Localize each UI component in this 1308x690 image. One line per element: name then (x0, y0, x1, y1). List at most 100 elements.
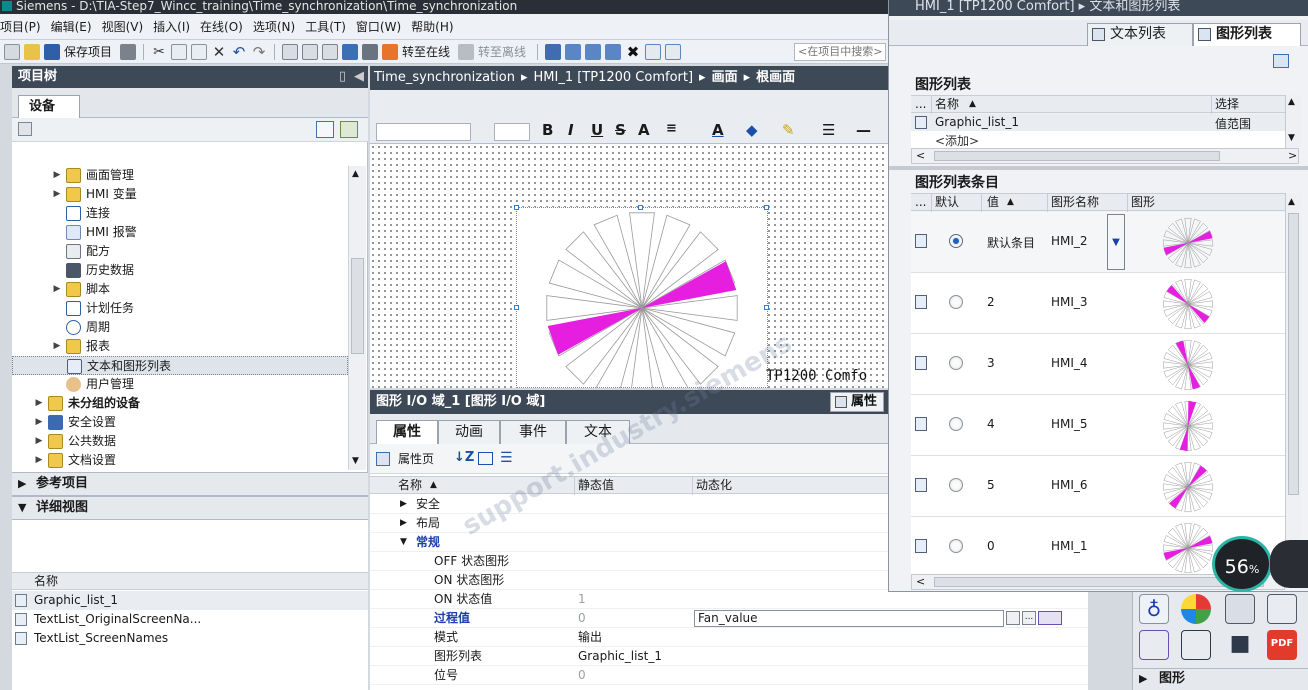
list-view-icon[interactable]: ☰ (500, 450, 513, 466)
go-online-button[interactable]: 转至在线 (402, 43, 450, 60)
property-value[interactable]: Graphic_list_1 (578, 647, 662, 666)
column-divider[interactable] (574, 477, 575, 495)
go-offline-button[interactable]: 转至离线 (478, 43, 526, 60)
graphics-section-header[interactable]: ▶ 图形 (1133, 668, 1308, 690)
scroll-up-icon[interactable]: ▲ (352, 169, 359, 179)
entry-graphic-name[interactable]: HMI_4 (1051, 356, 1088, 370)
property-value[interactable]: 输出 (578, 628, 602, 647)
tab-properties[interactable]: 属性 (376, 420, 438, 444)
sort-asc-icon[interactable]: ▲ (1007, 194, 1014, 211)
open-project-icon[interactable] (24, 43, 40, 60)
tree-item-document-settings[interactable]: ▶ 文档设置 (12, 451, 348, 470)
default-radio[interactable] (949, 417, 963, 431)
graphic-entry-row[interactable]: 5 HMI_6 (911, 456, 1285, 517)
column-divider[interactable] (692, 477, 693, 495)
save-project-button[interactable]: 保存项目 (64, 43, 112, 60)
line-color-icon[interactable]: ✎ (782, 121, 795, 139)
graphic-entry-row[interactable]: 3 HMI_4 (911, 334, 1285, 395)
scrollbar-thumb[interactable] (1288, 213, 1299, 495)
stethoscope-icon[interactable]: ♁ (1139, 594, 1169, 624)
menu-online[interactable]: 在线(O) (200, 18, 253, 35)
camera-icon[interactable]: ■ (1225, 630, 1255, 660)
entry-value[interactable]: 默认条目 (987, 234, 1035, 251)
entry-graphic-name[interactable]: HMI_6 (1051, 478, 1088, 492)
tree-item-scripts[interactable]: ▶ 脚本 (12, 280, 348, 299)
scroll-up-icon[interactable]: ▲ (1288, 197, 1295, 207)
network-icon[interactable] (1267, 594, 1297, 624)
expand-right-icon[interactable]: ▶ (400, 514, 407, 533)
cross-reference-icon[interactable] (565, 43, 582, 60)
expand-arrow-icon[interactable]: ▶ (34, 413, 44, 432)
graphic-io-field[interactable] (516, 207, 768, 388)
graphic-lists-hscrollbar[interactable]: < > (911, 148, 1299, 164)
delete-icon[interactable]: ✕ (211, 44, 227, 60)
tab-animations[interactable]: 动画 (438, 420, 500, 444)
column-divider[interactable] (981, 194, 982, 212)
resize-handle[interactable] (514, 305, 519, 310)
upload-icon[interactable] (322, 43, 339, 60)
breadcrumb-root-screen[interactable]: 根画面 (756, 70, 795, 85)
properties-panel-tab[interactable]: 属性 (829, 392, 884, 412)
accessible-devices-icon[interactable] (545, 43, 562, 60)
scroll-down-icon[interactable]: ▼ (352, 456, 359, 466)
reference-projects-header[interactable]: ▶ 参考项目 (12, 472, 368, 496)
menu-view[interactable]: 视图(V) (102, 18, 154, 35)
property-value[interactable]: 0 (578, 609, 586, 628)
resize-handle[interactable] (764, 205, 769, 210)
go-online-icon[interactable] (382, 43, 399, 60)
pin-icon[interactable]: ▯ (339, 66, 346, 88)
start-simulation-icon[interactable] (362, 43, 379, 60)
tree-item-historical-data[interactable]: 历史数据 (12, 261, 348, 280)
device-overview-icon[interactable] (18, 122, 32, 136)
underline-icon[interactable]: U (591, 121, 603, 139)
property-row-mode[interactable]: 模式 输出 (370, 628, 1088, 647)
entry-graphic-name[interactable]: HMI_2 (1051, 234, 1088, 248)
split-vertical-2-icon[interactable] (665, 43, 682, 60)
tree-item-common-data[interactable]: ▶ 公共数据 (12, 432, 348, 451)
column-divider[interactable] (931, 96, 932, 114)
go-offline-icon[interactable] (458, 43, 475, 60)
font-size-select[interactable] (494, 123, 530, 141)
resize-handle[interactable] (514, 205, 519, 210)
tree-item-hmi-alarms[interactable]: HMI 报警 (12, 223, 348, 242)
save-icon[interactable] (44, 43, 60, 60)
tree-item-hmi-tags[interactable]: ▶ HMI 变量 (12, 185, 348, 204)
column-divider[interactable] (1047, 194, 1048, 212)
column-divider[interactable] (931, 194, 932, 212)
expand-down-icon[interactable]: ▼ (18, 497, 26, 519)
graphic-lists-vscrollbar[interactable]: ▲ ▼ (1285, 95, 1301, 148)
strikethrough-icon[interactable]: S (615, 121, 626, 139)
menu-project[interactable]: 项目(P) (0, 18, 51, 35)
tree-item-user-management[interactable]: 用户管理 (12, 375, 348, 394)
property-page-button[interactable]: 属性页 (398, 450, 434, 467)
copy-icon[interactable] (171, 43, 188, 60)
tab-text-lists[interactable]: 文本列表 (1087, 23, 1193, 46)
paste-icon[interactable] (191, 43, 208, 60)
tree-item-connections[interactable]: 连接 (12, 204, 348, 223)
detail-row[interactable]: TextList_ScreenNames (12, 629, 368, 648)
project-search-input[interactable] (794, 42, 886, 61)
entry-value[interactable]: 4 (987, 417, 995, 431)
dynamization-icon[interactable] (1038, 611, 1062, 625)
property-row-bit-number[interactable]: 位号 0 (370, 666, 1088, 685)
tree-item-cycles[interactable]: 周期 (12, 318, 348, 337)
property-value[interactable]: 1 (578, 590, 586, 609)
entry-graphic-name[interactable]: HMI_1 (1051, 539, 1088, 553)
scrollbar-thumb[interactable] (351, 258, 364, 354)
graphic-entry-row[interactable]: 默认条目 HMI_2 ▼ (911, 212, 1285, 273)
property-page-icon[interactable] (376, 452, 390, 466)
column-divider[interactable] (1127, 194, 1128, 212)
expand-arrow-icon[interactable]: ▶ (34, 451, 44, 470)
detail-view-header[interactable]: ▼ 详细视图 (12, 496, 368, 520)
expand-right-icon[interactable]: ▶ (400, 495, 407, 514)
default-radio[interactable] (949, 356, 963, 370)
detail-row[interactable]: Graphic_list_1 (12, 591, 368, 610)
collapse-left-icon[interactable]: ◀ (354, 66, 364, 88)
tree-item-security-settings[interactable]: ▶ 安全设置 (12, 413, 348, 432)
tag-select-icon[interactable] (1006, 611, 1020, 625)
default-radio[interactable] (949, 478, 963, 492)
tab-graphic-lists[interactable]: 图形列表 (1193, 23, 1301, 46)
recipe-view-icon[interactable] (1181, 630, 1211, 660)
graphic-entry-row[interactable]: 4 HMI_5 (911, 395, 1285, 456)
graphic-list-selection[interactable]: 值范围 (1215, 115, 1251, 132)
